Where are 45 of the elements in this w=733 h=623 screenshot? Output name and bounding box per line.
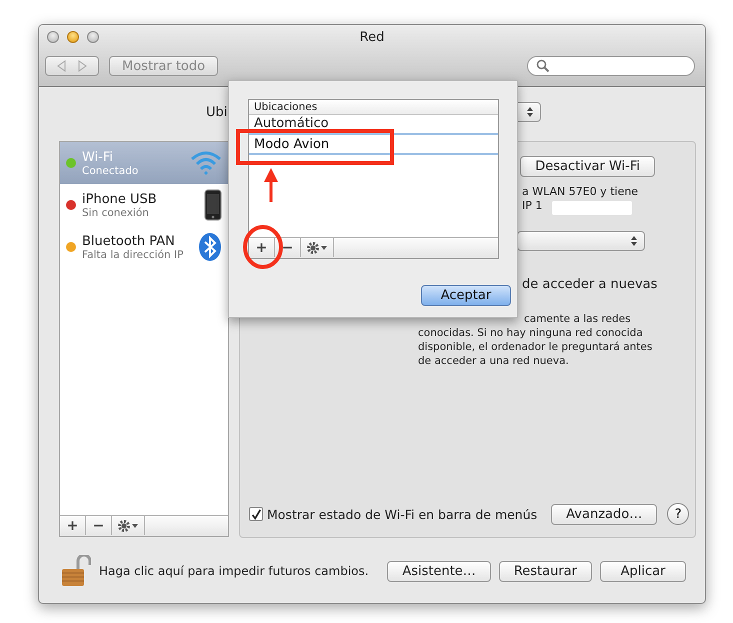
description-text: camente a las redes conocidas. Si no hay ninguna red conocida disponible, el ordenador le preguntará antes de acceder a una red nueva.	[418, 312, 654, 368]
service-item[interactable]: Bluetooth PAN Falta la dirección IP	[60, 226, 228, 268]
checkbox[interactable]	[249, 507, 263, 521]
advanced-button[interactable]: Avanzado…	[551, 504, 658, 524]
status-text: a WLAN 57E0 y tiene	[522, 185, 638, 199]
service-name: iPhone USB	[82, 192, 158, 206]
service-name: Bluetooth PAN	[82, 234, 176, 248]
padlock-icon	[61, 555, 91, 587]
window-title: Red	[358, 30, 386, 44]
service-status: Falta la dirección IP	[82, 248, 184, 260]
wifi-icon	[190, 150, 222, 176]
back-forward-control[interactable]	[45, 56, 99, 76]
network-name-popup[interactable]	[517, 231, 645, 251]
service-status: Sin conexión	[82, 206, 150, 218]
list-button[interactable]: −	[86, 516, 112, 535]
checkbox-label: de acceder a nuevas	[522, 277, 658, 292]
close-button[interactable]	[47, 31, 59, 43]
search-field[interactable]	[527, 56, 695, 76]
service-item[interactable]: iPhone USB Sin conexión	[60, 184, 228, 226]
list-button[interactable]: +	[60, 516, 86, 535]
turn-off-wifi-button[interactable]: Desactivar Wi-Fi	[520, 156, 655, 177]
highlight-circle	[242, 224, 284, 270]
search-icon	[536, 59, 550, 73]
help-button[interactable]: ?	[667, 503, 690, 525]
status-text: IP 1	[522, 199, 542, 213]
service-name: Wi-Fi	[82, 150, 114, 164]
minimize-button[interactable]	[67, 31, 79, 43]
column-header[interactable]: Ubicaciones	[249, 100, 498, 115]
bluetooth-icon	[198, 232, 222, 262]
stepper-arrows-icon	[526, 106, 534, 118]
service-status: Conectado	[82, 164, 140, 176]
action-button[interactable]: Restaurar	[498, 560, 592, 582]
list-button[interactable]: −	[275, 238, 301, 257]
action-button[interactable]: Asistente…	[387, 560, 491, 582]
zoom-button[interactable]	[87, 31, 99, 43]
phone-icon	[204, 189, 222, 221]
action-button[interactable]: Aplicar	[600, 560, 686, 582]
stepper-arrows-icon	[630, 235, 638, 247]
ok-button[interactable]: Aceptar	[421, 285, 511, 306]
location-item[interactable]: Automático	[249, 115, 498, 133]
lock-text[interactable]: Haga clic aquí para impedir futuros cambios.	[99, 564, 369, 578]
checkbox-label: Mostrar estado de Wi-Fi en barra de menús	[267, 506, 538, 522]
arrow	[262, 167, 280, 203]
location-name-field[interactable]: Modo Avion	[249, 133, 498, 155]
location-label: Ubi	[206, 104, 228, 120]
